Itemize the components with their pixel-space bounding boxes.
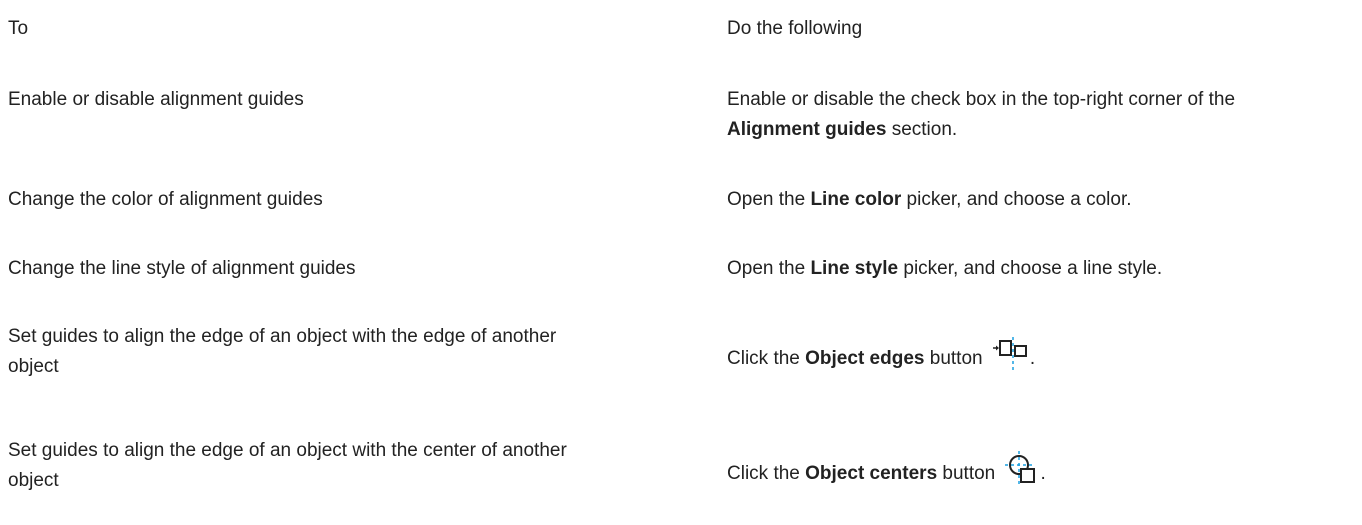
row-instruction: Enable or disable the check box in the t… <box>727 85 1354 145</box>
ui-term: Line color <box>810 189 902 210</box>
row-instruction: Click the Object edges button . <box>727 337 1354 381</box>
column-header-do: Do the following <box>727 18 863 39</box>
ui-term: Object edges <box>805 348 925 370</box>
row-instruction: Open the Line style picker, and choose a… <box>727 254 1354 284</box>
instruction-text: Enable or disable the check box in the t… <box>727 89 1236 110</box>
ui-term: Object centers <box>805 463 938 485</box>
instruction-text: picker, and choose a color. <box>906 189 1132 210</box>
instruction-text: section. <box>891 119 958 140</box>
instruction-text: Open the <box>727 189 806 210</box>
instruction-text: Click the <box>727 348 800 370</box>
row-task-line: object <box>8 470 59 491</box>
row-instruction: Open the Line color picker, and choose a… <box>727 185 1354 215</box>
object-edges-icon <box>992 337 1030 381</box>
instruction-text: picker, and choose a line style. <box>903 258 1163 279</box>
instruction-text: Open the <box>727 258 806 279</box>
instruction-text: button <box>942 463 996 485</box>
column-header-to: To <box>8 18 29 39</box>
row-task: Enable or disable alignment guides <box>8 89 304 110</box>
ui-term: Line style <box>810 258 899 279</box>
row-task-line: Set guides to align the edge of an objec… <box>8 326 557 347</box>
row-instruction: Click the Object centers button . <box>727 451 1354 497</box>
object-centers-icon <box>1004 451 1041 497</box>
row-task: Change the line style of alignment guide… <box>8 258 356 279</box>
row-task-line: Set guides to align the edge of an objec… <box>8 440 567 461</box>
instruction-text: Click the <box>727 463 800 485</box>
instruction-text: button <box>929 348 983 370</box>
row-task: Change the color of alignment guides <box>8 189 323 210</box>
row-task: Set guides to align the edge of an objec… <box>8 436 708 496</box>
row-task: Set guides to align the edge of an objec… <box>8 322 708 382</box>
options-table: To Do the following Enable or disable al… <box>0 0 1362 525</box>
row-task-line: object <box>8 356 59 377</box>
ui-term: Alignment guides <box>727 119 887 140</box>
